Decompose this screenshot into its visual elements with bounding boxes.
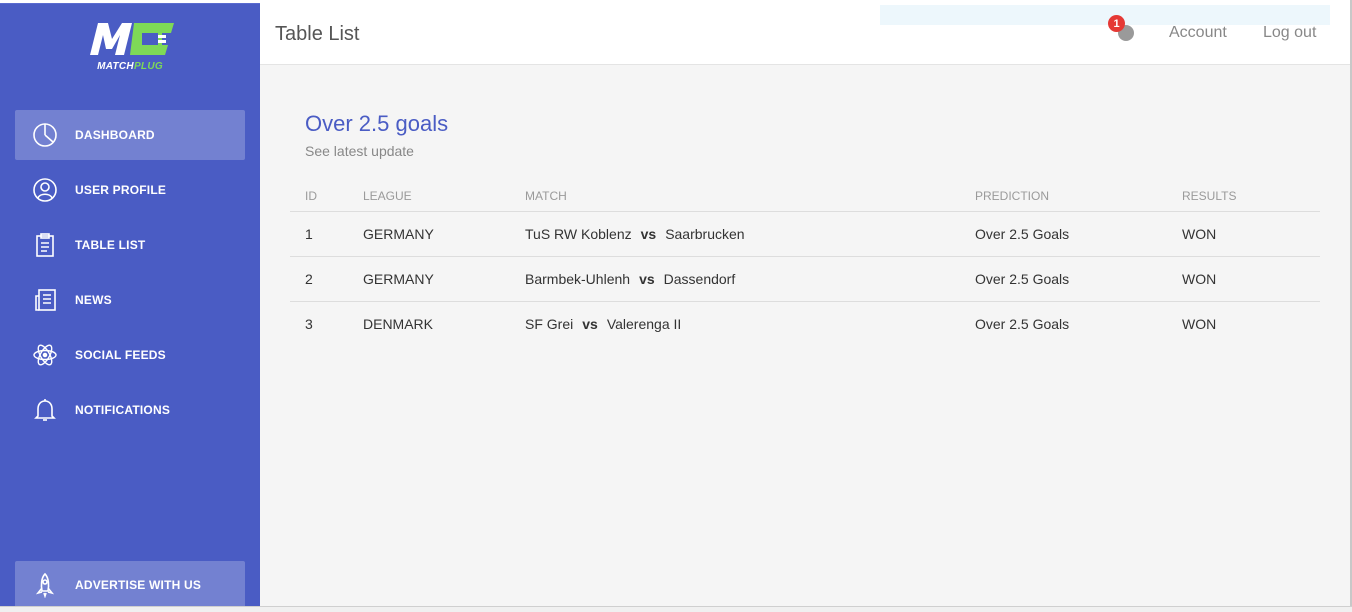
column-header-league: LEAGUE (348, 181, 510, 212)
sidebar-item-user-profile[interactable]: USER PROFILE (15, 165, 245, 215)
sidebar-item-social-feeds[interactable]: SOCIAL FEEDS (15, 330, 245, 380)
bell-icon (15, 397, 75, 423)
page-title: Table List (275, 23, 360, 45)
cell-match: Barmbek-Uhlenh vs Dassendorf (510, 256, 960, 302)
top-navbar: Table List 1 Account Log out (260, 3, 1350, 65)
cell-result: WON (1167, 211, 1320, 257)
brand-wordmark: MATCHPLUG (97, 61, 163, 72)
bottom-status-strip (0, 606, 1352, 612)
matchplug-logo-icon (90, 23, 174, 55)
main-content: Over 2.5 goals See latest update ID LEAG… (260, 65, 1350, 606)
notification-count-badge: 1 (1108, 15, 1125, 32)
vs-label: vs (639, 270, 655, 287)
faded-overlay-banner (880, 5, 1330, 25)
card-title: Over 2.5 goals (305, 111, 449, 136)
user-icon (15, 177, 75, 203)
cell-id: 3 (305, 315, 313, 332)
sidebar-item-label: NEWS (75, 293, 112, 307)
cell-result: WON (1182, 315, 1217, 332)
cell-prediction: Over 2.5 Goals (960, 211, 1167, 257)
table-row: 2 GERMANY Barmbek-Uhlenh vs Dassendorf Ove… (290, 256, 1320, 302)
sidebar-item-news[interactable]: NEWS (15, 275, 245, 325)
brand-logo[interactable]: MATCHPLUG (82, 19, 178, 77)
advertise-button[interactable]: ADVERTISE WITH US (15, 561, 245, 609)
card-subtitle: See latest update (305, 143, 414, 159)
sidebar-item-label: SOCIAL FEEDS (75, 348, 166, 362)
sidebar-item-label: NOTIFICATIONS (75, 403, 171, 417)
atom-icon (15, 342, 75, 368)
away-team: Valerenga II (606, 315, 682, 332)
rocket-icon (15, 572, 75, 598)
newspaper-icon (15, 287, 75, 313)
column-header-id: ID (290, 181, 348, 212)
account-link[interactable]: Account (1169, 24, 1227, 42)
advertise-label: ADVERTISE WITH US (75, 578, 202, 592)
sidebar-nav: DASHBOARD USER PROFILE TABLE LIST NEWS S… (15, 110, 245, 440)
home-team: SF Grei (525, 315, 574, 332)
vs-label: vs (640, 225, 657, 242)
sidebar: MATCHPLUG DASHBOARD USER PROFILE TABLE L… (0, 3, 260, 609)
cell-id: 2 (290, 256, 348, 302)
sidebar-item-dashboard[interactable]: DASHBOARD (15, 110, 245, 160)
cell-league: DENMARK (363, 315, 434, 332)
table-header-row: ID LEAGUE MATCH PREDICTION RESULTS (290, 181, 1320, 212)
home-team: Barmbek-Uhlenh (525, 270, 631, 287)
table-row: 3 DENMARK SF Grei vs Valerenga II Over 2.5… (290, 301, 1320, 346)
cell-prediction: Over 2.5 Goals (960, 256, 1167, 302)
cell-match: SF Grei vs Valerenga II (510, 301, 960, 346)
cell-prediction: Over 2.5 Goals (975, 315, 1070, 332)
cell-id: 1 (290, 211, 348, 257)
logout-link[interactable]: Log out (1263, 24, 1316, 42)
predictions-table: ID LEAGUE MATCH PREDICTION RESULTS 1 GER… (290, 181, 1320, 346)
cell-result: WON (1167, 256, 1320, 302)
cell-match: TuS RW Koblenz vs Saarbrucken (510, 211, 960, 257)
cell-league: GERMANY (348, 256, 510, 302)
clipboard-icon (15, 232, 75, 258)
sidebar-item-label: USER PROFILE (75, 183, 167, 197)
table-row: 1 GERMANY TuS RW Koblenz vs Saarbrucken Ov… (290, 211, 1320, 257)
away-team: Dassendorf (663, 270, 736, 287)
cell-league: GERMANY (348, 211, 510, 257)
sidebar-item-notifications[interactable]: NOTIFICATIONS (15, 385, 245, 435)
sidebar-item-label: DASHBOARD (75, 128, 155, 142)
column-header-match: MATCH (510, 181, 960, 212)
column-header-results: RESULTS (1167, 181, 1320, 212)
vs-label: vs (582, 315, 598, 332)
home-team: TuS RW Koblenz (525, 225, 632, 242)
away-team: Saarbrucken (665, 225, 745, 242)
sidebar-item-table-list[interactable]: TABLE LIST (15, 220, 245, 270)
column-header-prediction: PREDICTION (960, 181, 1167, 212)
sidebar-item-label: TABLE LIST (75, 238, 146, 252)
pie-chart-icon (15, 122, 75, 148)
